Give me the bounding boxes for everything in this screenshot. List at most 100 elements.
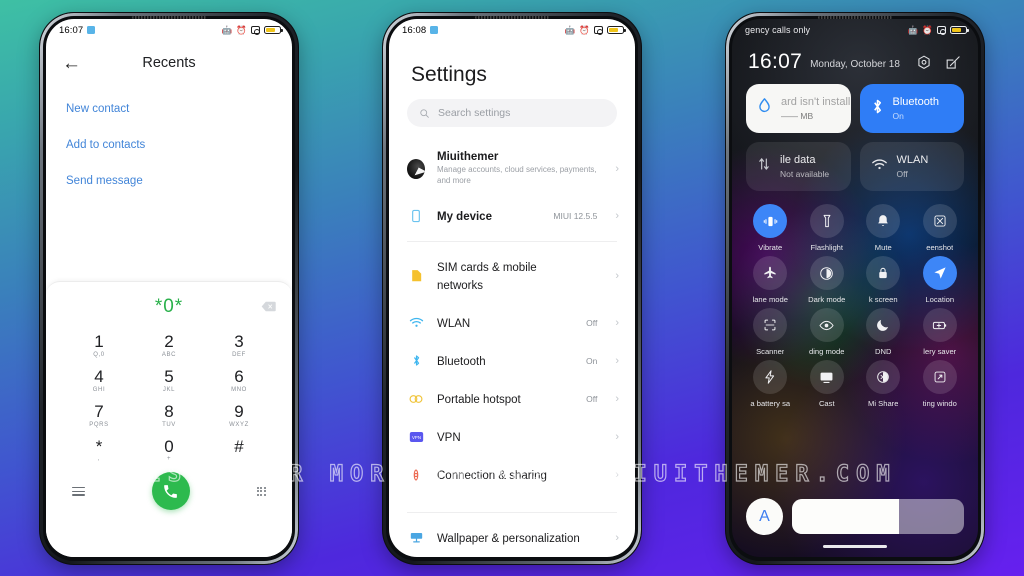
toggle-cast[interactable]: Cast <box>799 360 856 408</box>
status-time: 16:08 <box>402 24 427 36</box>
dialed-number: *0* <box>154 296 184 317</box>
clock-date: Monday, October 18 <box>810 59 900 70</box>
phone-control-center: gency calls only 🤖 ⏰ 16:07 Monday, Octob… <box>726 13 984 564</box>
toggle-mi-share[interactable]: Mi Share <box>855 360 912 408</box>
dialpad-key-3[interactable]: 3 DEF <box>204 328 274 362</box>
page-title: Recents <box>142 55 196 71</box>
dialpad-key-2[interactable]: 2 ABC <box>134 328 204 362</box>
auto-brightness-button[interactable]: A <box>746 498 783 535</box>
settings-row-wlan[interactable]: WLAN Off › <box>389 304 635 342</box>
toggle-label: Mi Share <box>868 399 899 408</box>
toggle-battery-saver[interactable]: lery saver <box>912 308 969 356</box>
search-placeholder: Search settings <box>438 107 511 119</box>
toggle-reading-mode[interactable]: ding mode <box>799 308 856 356</box>
toggle-dnd[interactable]: DND <box>855 308 912 356</box>
settings-label: VPN <box>437 431 461 444</box>
call-button[interactable] <box>151 472 190 511</box>
toggle-dark-mode[interactable]: Dark mode <box>799 256 856 304</box>
send-message-link[interactable]: Send message <box>66 175 272 187</box>
dialpad-key-6[interactable]: 6 MNO <box>204 363 274 397</box>
card-bluetooth[interactable]: Bluetooth On <box>859 84 964 133</box>
card-title: ard isn't install <box>781 96 851 109</box>
settings-label: Bluetooth <box>437 355 486 368</box>
settings-row-my-device[interactable]: My device MIUI 12.5.5 › <box>389 197 635 235</box>
settings-row-account[interactable]: Miuithemer Manage accounts, cloud servic… <box>389 141 635 197</box>
dialpad-key-8[interactable]: 8 TUV <box>134 398 204 432</box>
location-icon <box>922 256 957 290</box>
dialpad-key-9[interactable]: 9 WXYZ <box>204 398 274 432</box>
dialpad-key-1[interactable]: 1 Q,0 <box>64 328 134 362</box>
dialpad-key-star[interactable]: *, <box>64 433 134 467</box>
battery-icon <box>264 25 283 35</box>
key-sub: + <box>166 456 172 463</box>
dialpad-key-0[interactable]: 0 + <box>134 433 204 467</box>
menu-icon[interactable] <box>72 485 85 499</box>
dialpad-key-4[interactable]: 4 GHI <box>64 363 134 397</box>
key-sub: ABC <box>161 351 177 358</box>
brightness-fill <box>792 499 899 534</box>
settings-row-sim-cards[interactable]: SIM cards & mobile networks › <box>389 248 635 304</box>
dialer-appbar: ← Recents <box>46 41 292 85</box>
search-input[interactable]: Search settings <box>407 99 617 127</box>
toggle-ultra-battery-saver[interactable]: a battery sa <box>742 360 799 408</box>
key-digit: 0 <box>164 436 174 456</box>
settings-row-vpn[interactable]: VPN VPN › <box>389 418 635 456</box>
wifi-icon <box>407 314 425 332</box>
quick-cards: ard isn't install —— MB Bluetooth On ile… <box>732 72 978 191</box>
chevron-right-icon: › <box>615 269 619 282</box>
toggle-airplane-mode[interactable]: lane mode <box>742 256 799 304</box>
settings-value: On <box>585 355 598 366</box>
key-sub: TUV <box>162 421 176 428</box>
toggle-scanner[interactable]: Scanner <box>742 308 799 356</box>
settings-row-wallpaper[interactable]: Wallpaper & personalization › <box>389 519 635 557</box>
chevron-right-icon: › <box>615 354 619 367</box>
key-digit: 5 <box>164 366 174 386</box>
key-digit: # <box>234 436 244 456</box>
toggle-screenshot[interactable]: eenshot <box>912 204 969 252</box>
dialpad-key-5[interactable]: 5 JKL <box>134 363 204 397</box>
card-data-usage[interactable]: ard isn't install —— MB <box>746 84 851 133</box>
settings-gear-icon[interactable] <box>916 55 933 72</box>
edit-icon[interactable] <box>945 55 962 72</box>
card-title: ile data <box>780 154 816 167</box>
brightness-slider[interactable] <box>792 499 964 534</box>
alarm-icon: ⏰ <box>579 24 590 35</box>
back-button[interactable]: ← <box>62 54 81 73</box>
battery-icon <box>607 25 626 35</box>
settings-label: My device <box>437 210 492 223</box>
settings-row-bluetooth[interactable]: Bluetooth On › <box>389 342 635 380</box>
card-wlan[interactable]: WLAN Off <box>859 142 964 191</box>
toggle-location[interactable]: Location <box>912 256 969 304</box>
settings-value: Off <box>586 393 598 404</box>
toggle-label: Mute <box>874 243 892 252</box>
toggle-flashlight[interactable]: Flashlight <box>799 204 856 252</box>
chevron-right-icon: › <box>615 209 619 222</box>
dark-mode-icon <box>809 256 844 290</box>
dialer-bottom-bar <box>46 466 292 511</box>
bluetooth-icon: 🤖 <box>564 24 576 35</box>
toggle-vibrate[interactable]: Vibrate <box>742 204 799 252</box>
settings-label: SIM cards & mobile networks <box>437 261 537 292</box>
settings-row-connection-sharing[interactable]: Connection & sharing › <box>389 456 635 494</box>
toggle-floating-windows[interactable]: ting windo <box>912 360 969 408</box>
card-mobile-data[interactable]: ile data Not available <box>746 142 851 191</box>
key-digit: 4 <box>94 366 104 386</box>
vpn-icon: VPN <box>407 428 425 446</box>
dialpad-key-hash[interactable]: # <box>204 433 274 467</box>
chevron-right-icon: › <box>615 531 619 544</box>
keypad-icon[interactable] <box>256 486 266 496</box>
backspace-icon[interactable] <box>261 299 276 312</box>
dialpad-key-7[interactable]: 7 PQRS <box>64 398 134 432</box>
toggle-lock-screen[interactable]: k screen <box>855 256 912 304</box>
sim-icon <box>407 267 425 285</box>
lock-icon <box>866 256 901 290</box>
toggle-mute[interactable]: Mute <box>855 204 912 252</box>
add-to-contacts-link[interactable]: Add to contacts <box>66 139 272 151</box>
card-state: —— MB <box>781 110 814 121</box>
settings-row-portable-hotspot[interactable]: Portable hotspot Off › <box>389 380 635 418</box>
carrier-label: gency calls only <box>745 25 811 35</box>
account-subtitle: Manage accounts, cloud services, payment… <box>437 165 597 185</box>
key-digit: 3 <box>234 332 244 351</box>
new-contact-link[interactable]: New contact <box>66 103 272 115</box>
toggle-label: Flashlight <box>810 243 844 252</box>
